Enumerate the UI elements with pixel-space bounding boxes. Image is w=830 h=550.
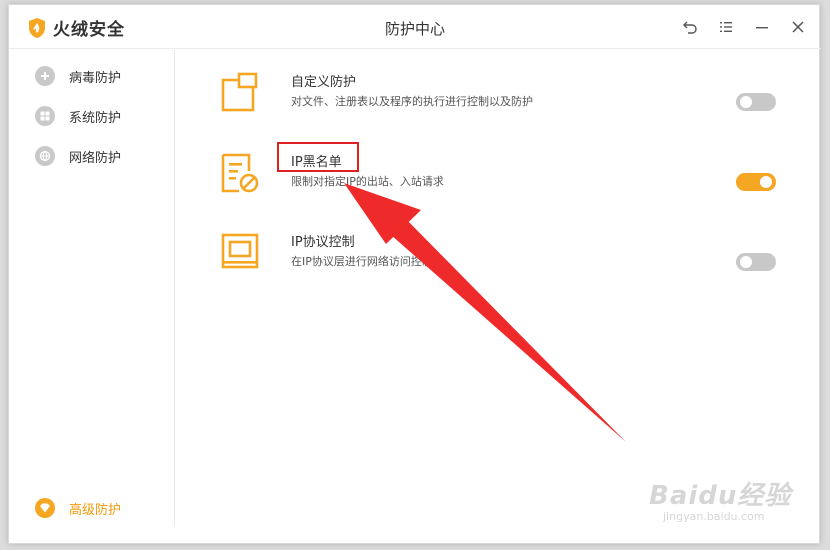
app-window: 火绒安全 防护中心 病毒防护 系统防护 网络防护 高级防护 自定义防护 对文件、… bbox=[8, 4, 821, 544]
watermark: Baidu经验 jingyan.baidu.com bbox=[649, 475, 809, 525]
annotation-arrow-icon bbox=[344, 183, 626, 442]
watermark-logo: Baidu经验 bbox=[649, 481, 792, 511]
